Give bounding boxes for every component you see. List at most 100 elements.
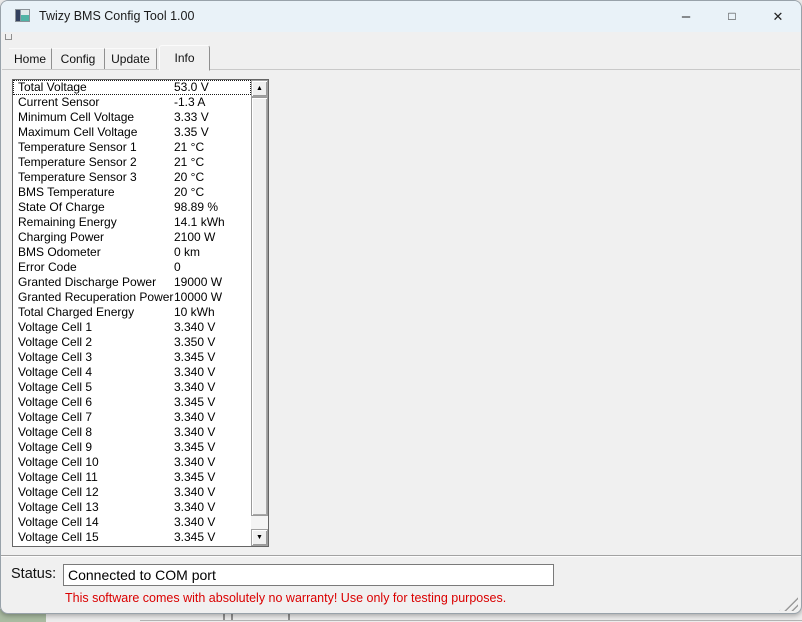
list-item[interactable]: State Of Charge 98.89 %	[13, 200, 251, 215]
list-item-value: 3.345 V	[174, 530, 216, 544]
list-item[interactable]: Temperature Sensor 3 20 °C	[13, 170, 251, 185]
list-item-value: 10 kWh	[174, 305, 215, 319]
list-item-label: Voltage Cell 14	[18, 515, 99, 529]
list-item[interactable]: Temperature Sensor 2 21 °C	[13, 155, 251, 170]
list-item-label: Voltage Cell 1	[18, 320, 93, 334]
scroll-up-button[interactable]: ▲	[251, 80, 268, 97]
list-item-value: 19000 W	[174, 275, 223, 289]
window-title: Twizy BMS Config Tool 1.00	[39, 9, 195, 23]
list-item-value: 3.350 V	[174, 335, 216, 349]
list-item-value: 3.345 V	[174, 350, 216, 364]
maximize-button[interactable]: □	[709, 1, 755, 32]
list-item[interactable]: Voltage Cell 15 3.345 V	[13, 530, 251, 545]
list-item[interactable]: Voltage Cell 14 3.340 V	[13, 515, 251, 530]
close-button[interactable]: ✕	[755, 1, 801, 32]
list-item-value: 2100 W	[174, 230, 216, 244]
form-corner-artifact	[5, 34, 12, 40]
list-item-label: Error Code	[18, 260, 77, 274]
list-item-label: Voltage Cell 3	[18, 350, 93, 364]
titlebar[interactable]: Twizy BMS Config Tool 1.00 – □ ✕	[1, 1, 801, 32]
list-item[interactable]: Voltage Cell 12 3.340 V	[13, 485, 251, 500]
list-item-value: 3.340 V	[174, 410, 216, 424]
list-item-value: 3.340 V	[174, 455, 216, 469]
list-item-label: Voltage Cell 7	[18, 410, 93, 424]
tab-update[interactable]: Update	[105, 48, 157, 69]
maximize-icon: □	[728, 9, 736, 23]
tabstrip-baseline	[2, 69, 800, 70]
tab-home[interactable]: Home	[9, 48, 52, 69]
list-item[interactable]: Granted Recuperation Power 10000 W	[13, 290, 251, 305]
scrollbar-thumb[interactable]	[251, 97, 268, 516]
list-item[interactable]: Error Code 0	[13, 260, 251, 275]
resize-grip-icon[interactable]	[779, 595, 798, 611]
tab-config[interactable]: Config	[52, 48, 105, 69]
list-item[interactable]: Charging Power 2100 W	[13, 230, 251, 245]
list-item[interactable]: Voltage Cell 9 3.345 V	[13, 440, 251, 455]
list-item-value: 3.340 V	[174, 380, 216, 394]
app-window: Twizy BMS Config Tool 1.00 – □ ✕ Home Con…	[0, 0, 802, 614]
list-item[interactable]: Voltage Cell 5 3.340 V	[13, 380, 251, 395]
minimize-button[interactable]: –	[663, 1, 709, 32]
list-item[interactable]: BMS Odometer 0 km	[13, 245, 251, 260]
list-item-label: Voltage Cell 10	[18, 455, 99, 469]
list-item-label: Voltage Cell 8	[18, 425, 93, 439]
list-item-value: 0	[174, 260, 181, 274]
list-item[interactable]: Voltage Cell 8 3.340 V	[13, 425, 251, 440]
list-item[interactable]: Voltage Cell 7 3.340 V	[13, 410, 251, 425]
background-mark	[231, 614, 233, 620]
list-item[interactable]: Current Sensor -1.3 A	[13, 95, 251, 110]
list-item[interactable]: Total Voltage 53.0 V	[13, 80, 251, 95]
list-item[interactable]: Voltage Cell 3 3.345 V	[13, 350, 251, 365]
list-item[interactable]: Minimum Cell Voltage 3.33 V	[13, 110, 251, 125]
minimize-icon: –	[681, 8, 691, 25]
list-item[interactable]: Voltage Cell 6 3.345 V	[13, 395, 251, 410]
list-item-value: 21 °C	[174, 155, 205, 169]
list-item-label: Minimum Cell Voltage	[18, 110, 135, 124]
status-label: Status:	[11, 566, 57, 582]
info-listbox[interactable]: Total Voltage 53.0 V Current Sensor -1.3 AM…	[12, 79, 269, 547]
list-item[interactable]: Total Charged Energy 10 kWh	[13, 305, 251, 320]
background-mark	[288, 614, 290, 620]
list-item-label: Remaining Energy	[18, 215, 117, 229]
list-item[interactable]: Voltage Cell 13 3.340 V	[13, 500, 251, 515]
list-item-label: Charging Power	[18, 230, 105, 244]
list-item[interactable]: Voltage Cell 2 3.350 V	[13, 335, 251, 350]
list-item-value: 21 °C	[174, 140, 205, 154]
list-item-value: 20 °C	[174, 185, 205, 199]
list-item-value: 3.35 V	[174, 125, 209, 139]
list-item-label: Total Voltage	[18, 80, 87, 94]
list-item-value: 3.340 V	[174, 365, 216, 379]
scroll-down-button[interactable]: ▼	[251, 529, 268, 546]
list-item-label: Voltage Cell 11	[18, 470, 98, 484]
list-item[interactable]: Maximum Cell Voltage 3.35 V	[13, 125, 251, 140]
status-input[interactable]	[63, 564, 554, 586]
info-listbox-rows: Total Voltage 53.0 V Current Sensor -1.3 AM…	[13, 80, 251, 546]
list-item-value: 20 °C	[174, 170, 205, 184]
list-item-value: 3.340 V	[174, 320, 216, 334]
list-item-label: BMS Temperature	[18, 185, 115, 199]
list-item-value: 53.0 V	[174, 80, 209, 94]
list-item[interactable]: Remaining Energy 14.1 kWh	[13, 215, 251, 230]
list-item[interactable]: Granted Discharge Power 19000 W	[13, 275, 251, 290]
list-item-value: 3.340 V	[174, 425, 216, 439]
list-item-value: 98.89 %	[174, 200, 219, 214]
list-item-value: 0 km	[174, 245, 201, 259]
list-item[interactable]: Temperature Sensor 1 21 °C	[13, 140, 251, 155]
list-item[interactable]: Voltage Cell 1 3.340 V	[13, 320, 251, 335]
screen: Twizy BMS Config Tool 1.00 – □ ✕ Home Con…	[0, 0, 802, 622]
scroll-up-icon: ▲	[256, 85, 263, 92]
vertical-scrollbar[interactable]: ▲ ▼	[251, 80, 268, 546]
list-item-value: 3.345 V	[174, 395, 216, 409]
background-mark	[223, 614, 225, 620]
list-item[interactable]: Voltage Cell 10 3.340 V	[13, 455, 251, 470]
list-item[interactable]: Voltage Cell 11 3.345 V	[13, 470, 251, 485]
list-item-label: Granted Recuperation Power	[18, 290, 174, 304]
list-item[interactable]: BMS Temperature 20 °C	[13, 185, 251, 200]
list-item-label: Temperature Sensor 3	[18, 170, 137, 184]
list-item-label: Voltage Cell 6	[18, 395, 93, 409]
list-item-value: -1.3 A	[174, 95, 206, 109]
list-item-value: 3.33 V	[174, 110, 209, 124]
app-icon	[15, 9, 30, 22]
list-item[interactable]: Voltage Cell 4 3.340 V	[13, 365, 251, 380]
tab-info[interactable]: Info	[159, 45, 210, 71]
